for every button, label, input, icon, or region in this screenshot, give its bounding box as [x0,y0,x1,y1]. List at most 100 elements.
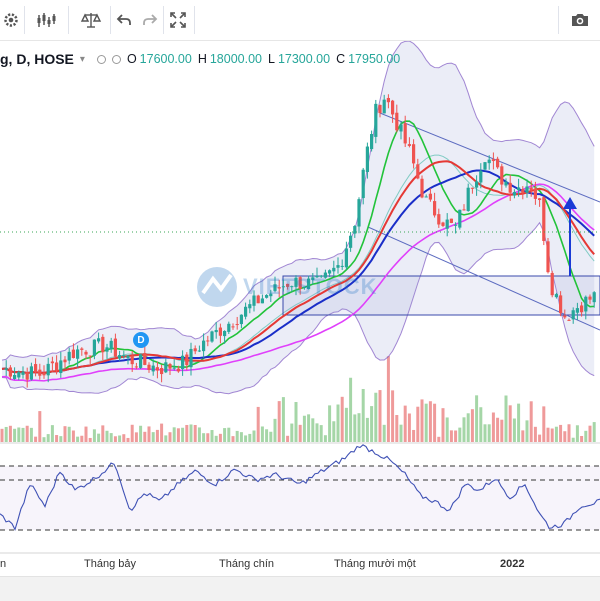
volume-bar [181,427,185,442]
volume-bar [365,417,369,442]
dividend-marker[interactable]: D [133,332,149,348]
volume-bar [294,402,298,442]
volume-bar [458,427,462,442]
volume-bar [592,422,596,442]
volume-bar [252,430,256,442]
volume-bar [109,433,113,442]
volume-bar [332,421,336,442]
volume-bar [286,435,290,442]
volume-bar [38,411,42,442]
volume-bar [155,429,159,442]
close-label: C [336,52,346,66]
rsi-band [0,466,600,530]
volume-bar [105,430,109,442]
volume-bar [97,433,101,442]
compare-scale-icon[interactable] [78,8,104,32]
candle [374,99,378,144]
volume-bar [168,432,172,442]
chevron-down-icon[interactable]: ▾ [80,54,85,65]
open-label: O [126,52,137,66]
candle [458,209,462,230]
open-value: 17600.00 [139,52,192,66]
volume-bar [84,426,88,442]
volume-bar [34,436,38,442]
bollinger-bands [1,40,595,395]
candle [370,130,374,152]
gear-icon[interactable] [0,8,22,32]
settings-small-icon[interactable] [111,54,121,64]
volume-bar [126,437,130,442]
volume-bar [0,428,4,442]
fullscreen-icon[interactable] [166,8,190,32]
camera-icon[interactable] [566,8,594,32]
volume-bar [8,425,12,442]
volume-bar [378,390,382,442]
volume-bar [4,426,8,442]
volume-bar [223,428,227,442]
eye-icon[interactable] [96,54,106,64]
candle [449,218,453,224]
volume-bar [357,413,361,442]
volume-bar [466,413,470,442]
volume-bar [76,436,80,442]
volume-bar [122,434,126,442]
volume-bar [298,424,302,442]
volume-bar [290,423,294,442]
volume-bar [449,430,453,442]
indicators-icon[interactable] [34,8,60,32]
volume-bar [92,429,96,442]
volume-bar [454,430,458,442]
volume-bar [323,435,327,442]
volume-bar [67,426,71,442]
logo-icon [197,267,237,307]
watermark-text: VIETSTOCK [243,274,378,299]
undo-icon[interactable] [112,8,136,32]
volume-bar [118,435,122,442]
volume-bar [424,403,428,442]
volume-bar [160,423,164,442]
volume-bar [139,425,143,442]
volume-bar [277,401,281,442]
volume-bar [382,424,386,442]
time-axis[interactable]: n Tháng bảy Tháng chín Tháng mười một 2022 [0,554,600,576]
low-value: 17300.00 [277,52,331,66]
volume-bar [479,407,483,442]
volume-bar [496,417,500,442]
volume-bar [71,430,75,442]
volume-bar [370,406,374,442]
volume-bar [147,426,151,442]
volume-bar [227,427,231,442]
rsi-pane [0,442,600,554]
volume-bar [29,427,33,442]
volume-bar [403,405,407,442]
volume-bar [328,405,332,442]
volume-bar [475,395,479,442]
volume-bar [281,397,285,442]
candle [550,270,554,298]
bottom-strip [0,576,600,601]
candle [542,196,546,246]
high-label: H [197,52,207,66]
volume-bar [344,407,348,442]
volume-bar [521,430,525,442]
high-value: 18000.00 [209,52,262,66]
volume-bar [575,425,579,442]
volume-bar [525,420,529,442]
x-tick-label: Tháng bảy [84,558,136,570]
volume-bar [445,417,449,442]
x-tick-label: Tháng mười một [334,558,416,570]
volume-bar [517,403,521,442]
redo-icon[interactable] [138,8,162,32]
volume-bar [588,425,592,442]
volume-bar [407,413,411,442]
volume-bar [500,419,504,442]
symbol-title[interactable]: g, D, HOSE [0,51,74,67]
volume-bar [113,436,117,442]
volume-bar [80,435,84,442]
volume-bar [172,427,176,442]
volume-bar [50,425,54,442]
candle [420,175,424,199]
volume-bar [470,409,474,442]
volume-bar [563,431,567,442]
volume-bar [428,401,432,442]
